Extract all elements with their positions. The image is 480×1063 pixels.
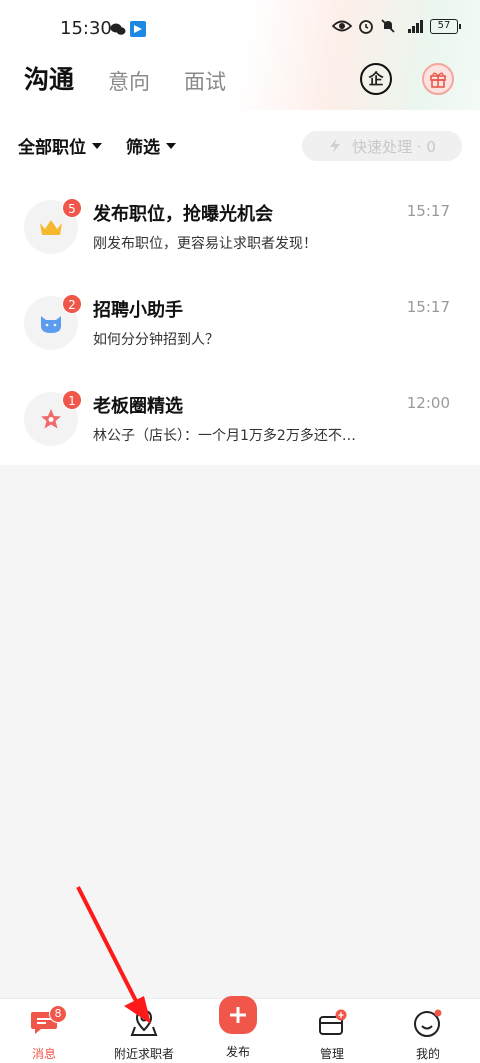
- crown-icon: [40, 220, 62, 235]
- star-icon: [41, 409, 61, 429]
- list-item[interactable]: 1 老板圈精选 林公子（店长）：一个月1万多2万多还不… 12:00: [0, 370, 480, 466]
- lightning-icon: [330, 139, 341, 153]
- message-time: 12:00: [406, 394, 450, 412]
- battery-icon: 57: [430, 18, 461, 34]
- nav-label: 附近求职者: [113, 1047, 174, 1061]
- gift-icon[interactable]: [422, 63, 454, 95]
- status-time: 15:30: [60, 18, 112, 39]
- nav-unread-badge: 8: [49, 1005, 67, 1023]
- smile-icon: [414, 1009, 442, 1037]
- mute-icon: [381, 19, 395, 33]
- list-item[interactable]: 5 发布职位，抢曝光机会 刚发布职位，更容易让求职者发现！ 15:17: [0, 178, 480, 274]
- add-icon: [219, 996, 257, 1034]
- caret-down-icon: [92, 142, 102, 149]
- nav-label: 我的: [415, 1047, 440, 1061]
- nav-icon-wrap: [218, 993, 258, 1037]
- message-time: 15:17: [406, 298, 450, 316]
- nav-manage[interactable]: 管理: [312, 999, 352, 1063]
- status-icons: 57: [332, 18, 461, 34]
- position-filter-button[interactable]: 全部职位: [18, 133, 102, 158]
- eye-icon: [332, 20, 352, 32]
- nav-messages[interactable]: 8 消息: [24, 999, 67, 1063]
- tab-communicate[interactable]: 沟通: [24, 60, 74, 102]
- header-tabs: 沟通 意向 面试: [24, 62, 260, 102]
- briefcase-icon: [319, 1009, 347, 1035]
- status-bar: 15:30 57: [0, 0, 480, 58]
- caret-down-icon: [166, 142, 176, 149]
- list-item[interactable]: 2 招聘小助手 如何分分钟招到人？ 15:17: [0, 274, 480, 370]
- message-title: 老板圈精选: [93, 396, 183, 417]
- nav-label: 消息: [31, 1047, 56, 1061]
- wechat-icon: [110, 23, 126, 35]
- screen-filter-label: 筛选: [126, 138, 160, 158]
- nav-icon-wrap: 8: [29, 1005, 67, 1039]
- nav-me[interactable]: 我的: [408, 999, 448, 1063]
- message-title: 发布职位，抢曝光机会: [93, 204, 273, 225]
- app-notification-icon: [130, 21, 146, 37]
- nav-icon-wrap: [412, 1007, 444, 1039]
- unread-badge: 5: [62, 198, 82, 218]
- nav-icon-wrap: [129, 1007, 159, 1039]
- filter-row: 全部职位 筛选 快速处理 · 0: [18, 131, 462, 161]
- tab-interview[interactable]: 面试: [184, 66, 226, 102]
- tab-intention[interactable]: 意向: [108, 66, 150, 102]
- message-title: 招聘小助手: [93, 300, 183, 321]
- screen-filter-button[interactable]: 筛选: [126, 133, 176, 158]
- quick-process-label: 快速处理 · 0: [352, 137, 436, 156]
- unread-badge: 1: [62, 390, 82, 410]
- bottom-nav: 8 消息 附近求职者 发布 管理 我的: [0, 996, 480, 1063]
- unread-badge: 2: [62, 294, 82, 314]
- quick-process-button[interactable]: 快速处理 · 0: [302, 131, 462, 161]
- company-icon[interactable]: 企: [360, 63, 392, 95]
- position-filter-label: 全部职位: [18, 138, 86, 158]
- nav-nearby-candidates[interactable]: 附近求职者: [104, 999, 184, 1063]
- gift-glyph-icon: [430, 72, 446, 88]
- message-list: 5 发布职位，抢曝光机会 刚发布职位，更容易让求职者发现！ 15:17 2 招聘…: [0, 178, 480, 466]
- message-preview: 林公子（店长）：一个月1万多2万多还不…: [93, 428, 356, 444]
- location-pin-icon: [130, 1009, 158, 1036]
- nav-label: 管理: [319, 1047, 344, 1061]
- message-preview: 刚发布职位，更容易让求职者发现！: [93, 236, 317, 252]
- nav-publish[interactable]: 发布: [216, 996, 260, 1063]
- cat-icon: [41, 316, 61, 333]
- alarm-icon: [359, 20, 373, 34]
- nav-label: 发布: [225, 1045, 250, 1059]
- message-time: 15:17: [406, 202, 450, 220]
- message-preview: 如何分分钟招到人？: [93, 332, 219, 348]
- nav-icon-wrap: [316, 1007, 348, 1039]
- signal-icon: [408, 20, 423, 33]
